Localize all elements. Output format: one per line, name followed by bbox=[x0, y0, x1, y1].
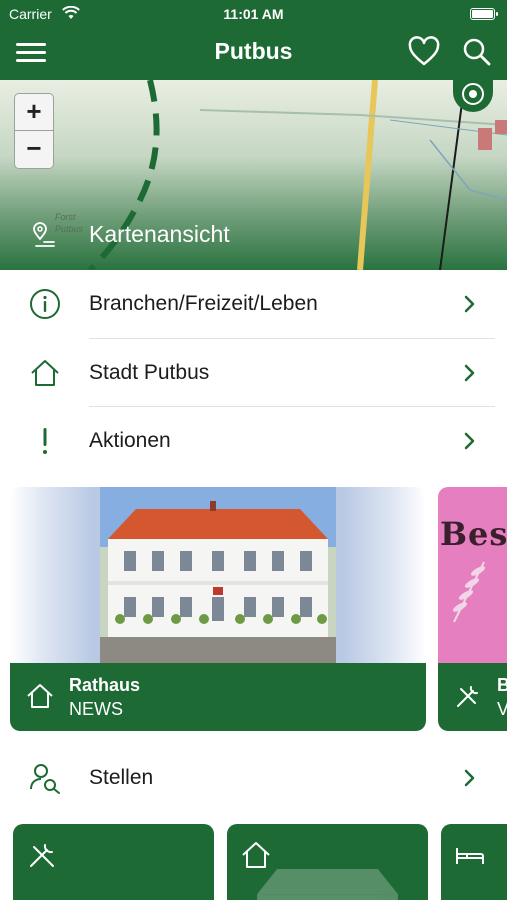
map-background: Forst Putbus bbox=[55, 80, 507, 270]
top-bar: Carrier 11:01 AM Putbus bbox=[0, 0, 507, 80]
menu-item-branchen[interactable]: Branchen/Freizeit/Leben bbox=[0, 270, 507, 338]
tile-background-image bbox=[257, 869, 398, 900]
card-photo: Bes bbox=[438, 487, 507, 663]
exclamation-icon bbox=[43, 428, 47, 454]
home-icon bbox=[31, 360, 59, 386]
info-icon bbox=[30, 289, 60, 319]
map-view-label[interactable]: Kartenansicht bbox=[89, 221, 230, 248]
card-title: Rathaus bbox=[69, 675, 141, 695]
home-icon bbox=[27, 684, 53, 708]
person-search-icon bbox=[30, 764, 60, 794]
map-text-putbus: Putbus bbox=[55, 224, 84, 234]
leaf-ornament bbox=[452, 561, 486, 623]
menu-item-aktionen[interactable]: Aktionen bbox=[0, 407, 507, 475]
menu-item-label: Stadt Putbus bbox=[89, 361, 210, 384]
map-text-forst: Forst bbox=[55, 212, 76, 222]
menu-item-stellen[interactable]: Stellen bbox=[0, 744, 507, 812]
search-icon[interactable] bbox=[460, 36, 494, 68]
battery-icon bbox=[470, 8, 498, 20]
zoom-in-button[interactable]: + bbox=[15, 94, 53, 131]
news-card-partial[interactable]: Bes B V bbox=[438, 487, 507, 731]
chevron-right-icon bbox=[464, 295, 475, 313]
tools-icon bbox=[30, 844, 54, 867]
category-tile-bed[interactable] bbox=[441, 824, 507, 900]
card-footer: B V bbox=[438, 663, 507, 731]
rathaus-photo bbox=[10, 487, 426, 663]
menu-item-label: Stellen bbox=[89, 766, 154, 789]
status-bar: Carrier 11:01 AM bbox=[0, 0, 507, 28]
chevron-right-icon bbox=[464, 364, 475, 382]
chevron-right-icon bbox=[464, 769, 475, 787]
zoom-control: + − bbox=[14, 93, 54, 169]
bed-icon bbox=[456, 848, 484, 864]
category-tile-home[interactable] bbox=[227, 824, 428, 900]
heart-icon[interactable] bbox=[407, 36, 441, 68]
card-subtitle: NEWS bbox=[69, 699, 123, 719]
status-time: 11:01 AM bbox=[223, 6, 284, 22]
news-card-rathaus[interactable]: Rathaus NEWS bbox=[10, 487, 426, 731]
card-footer: Rathaus NEWS bbox=[10, 663, 426, 731]
card-subtitle: V bbox=[497, 699, 507, 719]
menu-item-label: Aktionen bbox=[89, 429, 171, 452]
card-image-text: Bes bbox=[440, 515, 507, 553]
zoom-out-button[interactable]: − bbox=[15, 131, 53, 168]
map-view[interactable]: Forst Putbus + − Kartenansicht bbox=[0, 80, 507, 270]
tools-icon bbox=[457, 686, 478, 707]
category-tile-tools[interactable] bbox=[13, 824, 214, 900]
map-pin-icon bbox=[33, 222, 55, 247]
chevron-right-icon bbox=[464, 432, 475, 450]
menu-item-label: Branchen/Freizeit/Leben bbox=[89, 292, 318, 315]
card-title: B bbox=[497, 675, 507, 695]
menu-item-stadt-putbus[interactable]: Stadt Putbus bbox=[0, 339, 507, 407]
